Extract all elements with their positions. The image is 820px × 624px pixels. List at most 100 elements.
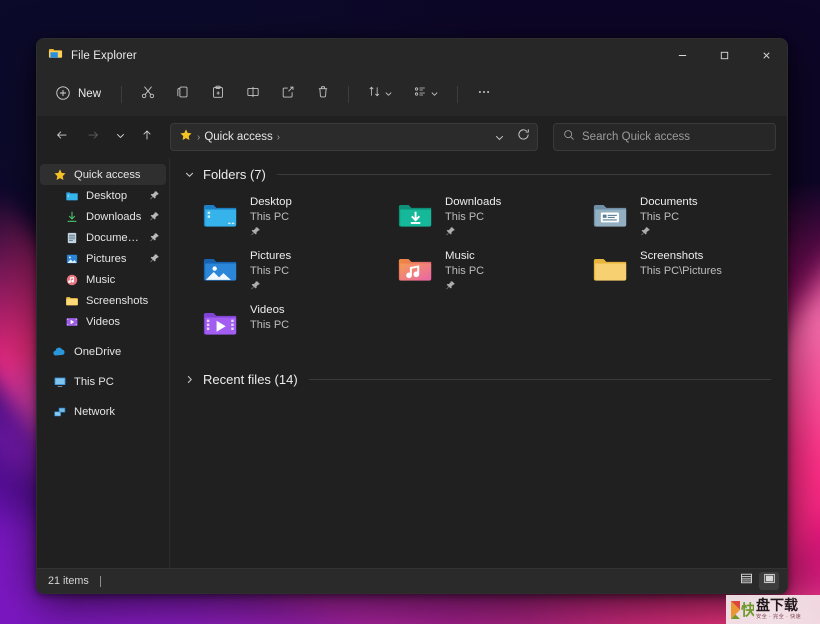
share-icon (280, 84, 296, 105)
folder-tile-screenshots[interactable]: Screenshots This PC\Pictures (584, 242, 779, 296)
pin-icon (250, 280, 291, 291)
sidebar-item-label: Desktop (86, 189, 128, 202)
folder-name: Downloads (445, 196, 502, 208)
refresh-button[interactable] (511, 125, 535, 149)
folder-tile-documents[interactable]: Documents This PC (584, 188, 779, 242)
chevron-down-icon (115, 128, 126, 146)
sidebar-item-network[interactable]: Network (40, 401, 166, 422)
back-button[interactable] (48, 123, 76, 151)
sidebar-item-music[interactable]: Music (40, 269, 166, 290)
folders-group-header[interactable]: Folders (7) (182, 167, 771, 182)
sidebar-item-label: Pictures (86, 252, 127, 265)
sidebar-item-documents[interactable]: Documents (40, 227, 166, 248)
delete-button[interactable] (306, 79, 339, 109)
recent-files-group-header[interactable]: Recent files (14) (182, 372, 771, 387)
folder-tile-pictures[interactable]: Pictures This PC (194, 242, 389, 296)
forward-button[interactable] (79, 123, 107, 151)
sort-icon (367, 84, 382, 104)
desktop-wallpaper: File Explorer New › Quick access › Searc… (0, 0, 820, 624)
share-button[interactable] (271, 79, 304, 109)
sidebar-item-label: OneDrive (74, 345, 122, 358)
trash-icon (315, 84, 331, 105)
close-button[interactable] (745, 39, 787, 72)
pin-icon[interactable] (149, 232, 160, 243)
chevron-right-icon[interactable] (182, 373, 196, 387)
up-button[interactable] (133, 123, 161, 151)
window-controls (661, 39, 787, 72)
watermark-subtitle: 安全 · 完全 · 快速 (756, 613, 802, 620)
address-bar[interactable]: › Quick access › (170, 123, 538, 151)
folder-tile-meta: Music This PC (445, 248, 484, 291)
breadcrumb-separator: › (197, 131, 201, 143)
desktop-folder-icon (64, 188, 79, 203)
breadcrumb-item-quick-access[interactable]: Quick access (204, 131, 272, 143)
sidebar-item-label: Videos (86, 315, 121, 328)
sidebar-item-desktop[interactable]: Desktop (40, 185, 166, 206)
content-pane: Folders (7) Desktop This PC Downloads Th… (170, 158, 787, 568)
rename-button[interactable] (236, 79, 269, 109)
folder-location: This PC (640, 211, 680, 223)
new-button[interactable]: New (47, 79, 112, 109)
search-placeholder: Search Quick access (582, 131, 691, 143)
maximize-button[interactable] (703, 39, 745, 72)
search-input[interactable]: Search Quick access (553, 123, 776, 151)
file-explorer-window: File Explorer New › Quick access › Searc… (36, 38, 788, 594)
see-more-button[interactable] (467, 79, 500, 109)
sidebar-item-label: Network (74, 405, 116, 418)
pin-icon[interactable] (149, 253, 160, 264)
pin-icon[interactable] (149, 190, 160, 201)
videos-folder-icon (200, 303, 240, 343)
watermark-title: 盘下载 (756, 597, 798, 614)
view-button[interactable] (404, 79, 448, 109)
sort-button[interactable] (358, 79, 402, 109)
group-divider (308, 379, 771, 380)
arrow-left-icon (55, 128, 69, 147)
sidebar-item-this-pc[interactable]: This PC (40, 371, 166, 392)
sidebar-item-label: Screenshots (86, 294, 149, 307)
folder-location: This PC\Pictures (640, 265, 722, 277)
sidebar-item-screenshots[interactable]: Screenshots (40, 290, 166, 311)
pin-icon (250, 226, 292, 237)
yellow-folder-icon (64, 293, 79, 308)
folder-tile-videos[interactable]: Videos This PC (194, 296, 389, 350)
address-dropdown-button[interactable] (487, 125, 511, 149)
folder-name: Pictures (250, 250, 292, 262)
sidebar-item-pictures[interactable]: Pictures (40, 248, 166, 269)
folder-name: Desktop (250, 196, 292, 208)
large-icons-view-button[interactable] (759, 572, 779, 590)
folder-location: This PC (250, 319, 290, 331)
sidebar-gap-2 (37, 362, 169, 371)
status-bar: 21 items (37, 568, 787, 593)
network-icon (52, 404, 67, 419)
copy-button[interactable] (166, 79, 199, 109)
window-title: File Explorer (71, 49, 137, 62)
downloads-icon (64, 209, 79, 224)
chevron-down-icon[interactable] (182, 168, 196, 182)
sidebar-item-quick-access[interactable]: Quick access (40, 164, 166, 185)
sidebar-item-downloads[interactable]: Downloads (40, 206, 166, 227)
details-view-button[interactable] (736, 572, 756, 590)
folder-location: This PC (445, 265, 485, 277)
folder-tile-desktop[interactable]: Desktop This PC (194, 188, 389, 242)
recent-locations-button[interactable] (110, 123, 130, 151)
large-icons-view-icon (763, 572, 776, 590)
sidebar-item-videos[interactable]: Videos (40, 311, 166, 332)
music-folder-icon (395, 249, 435, 289)
folder-location: This PC (250, 265, 290, 277)
cut-button[interactable] (131, 79, 164, 109)
folder-tile-music[interactable]: Music This PC (389, 242, 584, 296)
navigation-bar: › Quick access › Search Quick access (37, 116, 787, 158)
breadcrumb-separator-2[interactable]: › (277, 132, 280, 143)
folder-tile-downloads[interactable]: Downloads This PC (389, 188, 584, 242)
paste-icon (210, 84, 226, 105)
folder-tile-meta: Documents This PC (640, 194, 698, 237)
title-bar[interactable]: File Explorer (37, 39, 787, 72)
pictures-folder-icon (64, 251, 79, 266)
folder-name: Videos (250, 304, 285, 316)
pin-icon[interactable] (149, 211, 160, 222)
ellipsis-icon (476, 84, 492, 105)
minimize-button[interactable] (661, 39, 703, 72)
plus-circle-icon (55, 85, 71, 104)
sidebar-item-onedrive[interactable]: OneDrive (40, 341, 166, 362)
paste-button[interactable] (201, 79, 234, 109)
